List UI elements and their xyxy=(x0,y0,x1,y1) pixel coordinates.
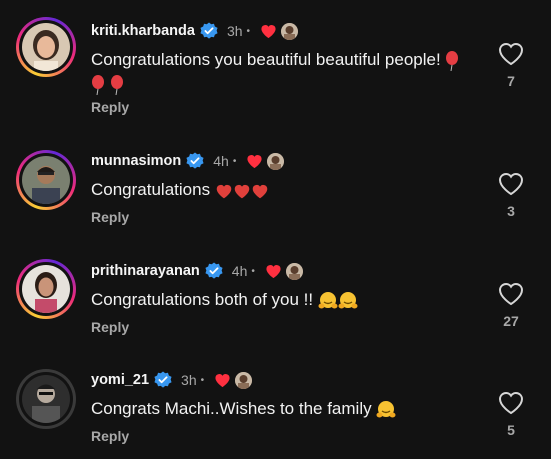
like-heart-icon[interactable] xyxy=(498,282,524,306)
like-count: 3 xyxy=(507,203,515,219)
comment-header: munnasimon 4h • xyxy=(91,150,285,172)
avatar xyxy=(22,265,70,313)
like-heart-icon[interactable] xyxy=(498,42,524,66)
author-avatar-mini xyxy=(281,22,299,40)
timestamp: 4h xyxy=(231,263,248,279)
avatar-story-ring[interactable] xyxy=(16,150,76,210)
avatar-ring[interactable] xyxy=(16,369,76,429)
like-heart-icon[interactable] xyxy=(498,391,524,415)
timestamp: 4h xyxy=(213,153,229,169)
author-liked-heart-icon xyxy=(261,25,276,39)
author-liked-heart-icon xyxy=(215,374,230,388)
reply-button[interactable]: Reply xyxy=(91,428,129,444)
author-avatar-mini xyxy=(285,262,303,280)
hugging-face-icon xyxy=(318,291,338,309)
comment-header: yomi_21 3h • xyxy=(91,369,253,391)
author-liked-heart-icon xyxy=(266,265,281,279)
comment-item: kriti.kharbanda 3h • Congratulations you… xyxy=(0,0,551,120)
avatar-story-ring[interactable] xyxy=(16,259,76,319)
separator-dot: • xyxy=(200,374,205,386)
timestamp: 3h xyxy=(226,23,243,39)
comment-text: Congratulations xyxy=(91,178,481,202)
author-liked-heart-icon xyxy=(247,155,262,169)
verified-badge-icon xyxy=(186,152,204,169)
balloon-icon xyxy=(92,74,104,95)
author-avatar-mini xyxy=(267,152,285,170)
username[interactable]: munnasimon xyxy=(91,153,181,169)
separator-dot: • xyxy=(232,155,237,167)
verified-badge-icon xyxy=(200,22,218,39)
red-heart-icon xyxy=(252,184,268,198)
verified-badge-icon xyxy=(205,262,223,279)
avatar xyxy=(22,156,70,204)
username[interactable]: yomi_21 xyxy=(91,372,149,388)
red-heart-icon xyxy=(234,184,250,198)
like-count: 7 xyxy=(507,73,515,89)
avatar xyxy=(22,23,70,71)
comment-header: prithinarayanan 4h • xyxy=(91,260,303,282)
timestamp: 3h xyxy=(181,372,197,388)
avatar-story-ring[interactable] xyxy=(16,17,76,77)
balloon-icon xyxy=(446,50,459,71)
comment-item: prithinarayanan 4h • Congratulations bot… xyxy=(0,230,551,340)
comment-header: kriti.kharbanda 3h • xyxy=(91,20,299,42)
comment-item: yomi_21 3h • Congrats Machi..Wishes to t… xyxy=(0,340,551,459)
red-heart-icon xyxy=(216,184,232,198)
username[interactable]: kriti.kharbanda xyxy=(91,23,195,39)
reply-button[interactable]: Reply xyxy=(91,209,129,225)
author-avatar-mini xyxy=(235,371,253,389)
separator-dot: • xyxy=(251,265,255,277)
hugging-face-icon xyxy=(338,291,358,309)
reply-button[interactable]: Reply xyxy=(91,319,129,335)
like-count: 27 xyxy=(503,313,519,329)
separator-dot: • xyxy=(246,25,251,37)
balloon-icon xyxy=(110,74,123,95)
comment-text: Congratulations both of you !! xyxy=(91,288,481,312)
hugging-face-icon xyxy=(376,400,396,418)
verified-badge-icon xyxy=(154,371,172,388)
reply-button[interactable]: Reply xyxy=(91,99,129,115)
comment-item: munnasimon 4h • Congratulations Reply 3 xyxy=(0,120,551,230)
comment-text: Congrats Machi..Wishes to the family xyxy=(91,397,481,421)
comment-text: Congratulations you beautiful beautiful … xyxy=(91,48,481,96)
like-heart-icon[interactable] xyxy=(498,172,524,196)
avatar xyxy=(22,375,70,423)
like-count: 5 xyxy=(507,422,515,438)
username[interactable]: prithinarayanan xyxy=(91,263,200,279)
